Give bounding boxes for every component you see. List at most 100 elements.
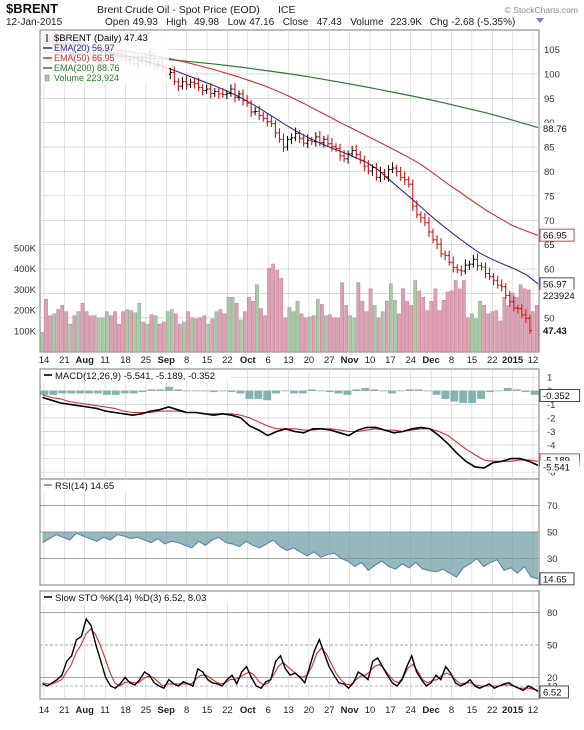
volume-bar-105 bbox=[466, 317, 470, 353]
volume-bar-58 bbox=[275, 269, 280, 353]
x-tick-bottom-19: Dec bbox=[422, 705, 439, 716]
macd-hist-bar-14 bbox=[165, 386, 174, 391]
price-tick-75: 75 bbox=[544, 191, 555, 202]
volume-bar-32 bbox=[169, 309, 174, 353]
sto-tick-20: 20 bbox=[547, 673, 558, 684]
volume-bar-83 bbox=[376, 317, 381, 353]
x-tick-top-2: Aug bbox=[76, 355, 95, 366]
price-tick-105: 105 bbox=[544, 45, 560, 56]
macd-hist-bar-40 bbox=[396, 390, 405, 392]
rsi-tag-0: 14.65 bbox=[543, 574, 567, 585]
volume-tick-3: 400K bbox=[14, 264, 37, 275]
volume-bar-54 bbox=[259, 308, 263, 353]
volume-bar-113 bbox=[498, 320, 503, 353]
price-tick-95: 95 bbox=[544, 94, 555, 105]
macd-hist-bar-36 bbox=[361, 388, 370, 391]
volume-bar-82 bbox=[372, 305, 377, 353]
volume-bar-109 bbox=[482, 305, 486, 353]
price-tag-2: 56.97 bbox=[543, 279, 567, 290]
volume-bar-102 bbox=[453, 280, 458, 353]
legend-label-4: Volume 223,924 bbox=[54, 73, 119, 83]
x-tick-bottom-20: 8 bbox=[449, 705, 454, 716]
volume-bar-66 bbox=[307, 316, 312, 353]
volume-bar-10 bbox=[80, 303, 85, 353]
volume-bar-48 bbox=[234, 303, 239, 353]
volume-bar-72 bbox=[332, 317, 336, 353]
macd-hist-bar-30 bbox=[307, 389, 316, 391]
price-tag-1: 66.95 bbox=[543, 231, 567, 242]
volume-bar-43 bbox=[214, 311, 219, 353]
macd-title: MACD(12,26,9) -5.541, -5.189, -0.352 bbox=[55, 371, 215, 382]
x-tick-bottom-21: 15 bbox=[467, 705, 478, 716]
volume-bar-6 bbox=[64, 311, 69, 353]
volume-bar-108 bbox=[478, 301, 482, 353]
macd-tick--2: -2 bbox=[547, 413, 555, 424]
macd-hist-bar-25 bbox=[263, 390, 272, 401]
x-tick-bottom-12: 13 bbox=[283, 705, 294, 716]
volume-bar-55 bbox=[263, 315, 267, 353]
volume-bar-63 bbox=[295, 301, 300, 353]
macd-hist-bar-32 bbox=[325, 390, 334, 393]
x-tick-top-10: Oct bbox=[240, 355, 257, 366]
volume-bar-4 bbox=[56, 309, 60, 353]
x-tick-bottom-17: 17 bbox=[385, 705, 396, 716]
volume-bar-42 bbox=[210, 318, 215, 353]
quote-open-label: Open bbox=[105, 17, 129, 28]
macd-tick-1: 1 bbox=[547, 373, 552, 384]
macd-hist-bar-38 bbox=[379, 390, 388, 392]
x-tick-bottom-18: 24 bbox=[405, 705, 416, 716]
volume-bar-30 bbox=[161, 321, 166, 353]
x-tick-bottom-14: 27 bbox=[324, 705, 335, 716]
volume-bar-112 bbox=[494, 310, 499, 353]
x-tick-bottom-6: Sep bbox=[158, 705, 176, 716]
volume-bar-122 bbox=[535, 305, 539, 353]
x-tick-top-1: 21 bbox=[59, 355, 70, 366]
macd-hist-bar-22 bbox=[236, 390, 245, 394]
volume-bar-60 bbox=[283, 317, 288, 353]
macd-hist-bar-34 bbox=[343, 390, 352, 395]
quote-close-value: 47.43 bbox=[317, 17, 342, 28]
macd-hist-bar-5 bbox=[85, 390, 93, 394]
volume-bar-39 bbox=[198, 317, 202, 353]
macd-hist-bar-4 bbox=[76, 390, 85, 394]
price-tick-65: 65 bbox=[544, 240, 555, 251]
quote-chg-value: -2.68 (-5.35%) bbox=[451, 17, 515, 28]
volume-bar-28 bbox=[153, 315, 158, 353]
sto-tag-0: 6.52 bbox=[543, 687, 562, 698]
x-tick-top-6: Sep bbox=[158, 355, 176, 366]
x-tick-top-9: 22 bbox=[222, 355, 233, 366]
macd-hist-bar-0 bbox=[40, 390, 49, 395]
volume-bar-20 bbox=[121, 311, 125, 353]
macd-tag-0: -0.352 bbox=[543, 391, 570, 402]
volume-bar-40 bbox=[202, 315, 207, 353]
volume-bar-73 bbox=[336, 317, 340, 353]
volume-bar-37 bbox=[190, 317, 194, 353]
x-tick-top-24: 12 bbox=[528, 355, 539, 366]
volume-bar-99 bbox=[441, 300, 446, 353]
x-tick-top-11: 6 bbox=[265, 355, 270, 366]
volume-bar-5 bbox=[60, 305, 65, 353]
macd-tag-2: -5.541 bbox=[543, 462, 570, 473]
price-tick-60: 60 bbox=[544, 265, 555, 276]
x-tick-top-13: 20 bbox=[304, 355, 315, 366]
volume-bar-44 bbox=[218, 309, 223, 353]
volume-bar-27 bbox=[149, 314, 154, 353]
quote-chg-label: Chg bbox=[430, 17, 448, 28]
volume-bar-71 bbox=[328, 314, 332, 353]
macd-hist-bar-53 bbox=[512, 389, 521, 391]
volume-bar-21 bbox=[125, 309, 129, 353]
legend-label-1: EMA(20) 56.97 bbox=[54, 43, 115, 53]
instrument-name: Brent Crude Oil - Spot Price (EOD) bbox=[97, 4, 260, 16]
volume-bar-74 bbox=[340, 282, 344, 353]
x-tick-top-7: 8 bbox=[184, 355, 189, 366]
volume-bar-2 bbox=[48, 315, 52, 353]
macd-hist-bar-7 bbox=[102, 390, 111, 395]
macd-hist-bar-2 bbox=[58, 390, 67, 394]
x-tick-bottom-15: Nov bbox=[341, 705, 360, 716]
macd-hist-bar-45 bbox=[441, 390, 450, 399]
volume-bar-22 bbox=[129, 310, 134, 353]
x-tick-top-12: 13 bbox=[283, 355, 294, 366]
exchange-label: ICE bbox=[278, 4, 296, 16]
volume-bar-86 bbox=[388, 283, 393, 353]
rsi-tick-30: 30 bbox=[547, 554, 558, 565]
